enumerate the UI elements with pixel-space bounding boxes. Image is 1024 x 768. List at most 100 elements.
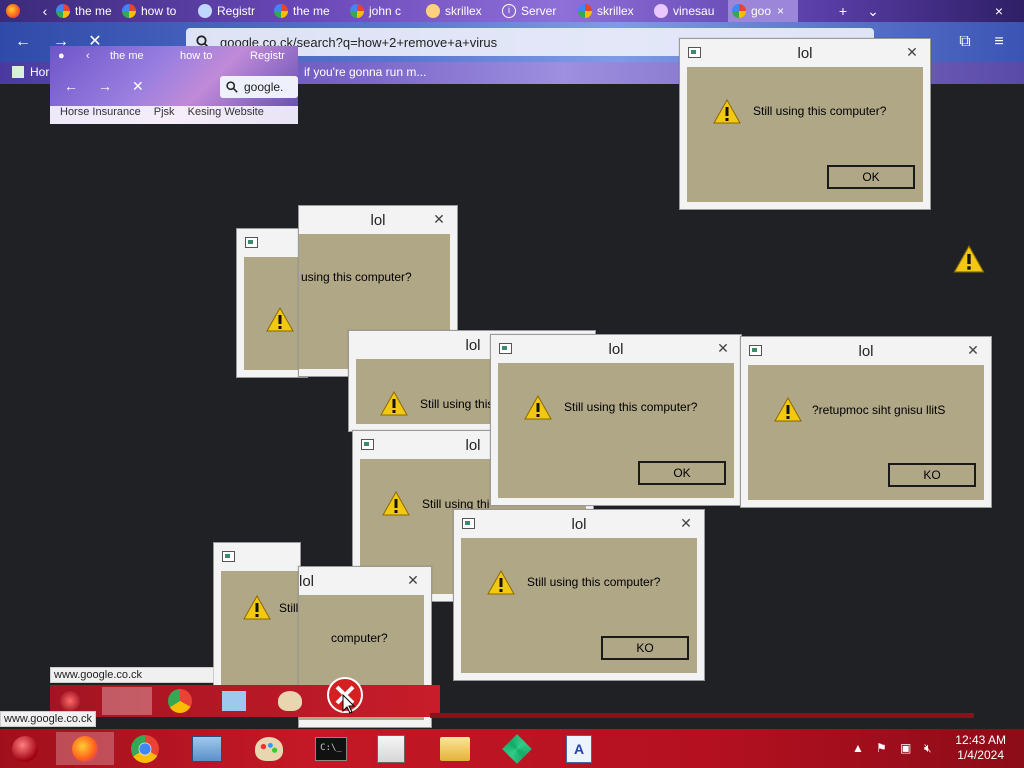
clock-time: 12:43 AM [955, 733, 1006, 747]
tab-6[interactable]: skrillex [426, 0, 488, 22]
close-icon[interactable]: ✕ [902, 44, 922, 60]
dialog-7-back: Still using [213, 542, 330, 694]
tab-4[interactable]: the me [274, 0, 336, 22]
site-icon [426, 4, 440, 18]
control-panel-icon[interactable] [190, 732, 224, 765]
status-url: www.google.co.ck [0, 711, 97, 727]
close-icon[interactable]: ✕ [963, 342, 983, 358]
window-icon [245, 237, 258, 248]
firefox-icon: ● [58, 50, 65, 62]
paint-icon [278, 691, 302, 711]
cmd-icon[interactable]: C:\_ [314, 732, 348, 765]
tab-9[interactable]: vinesau [654, 0, 716, 22]
ok-button[interactable]: OK [638, 461, 726, 485]
mini-taskbar-ghost [50, 685, 440, 717]
bookmark-home[interactable]: Hor [12, 65, 49, 79]
network-icon[interactable]: ▣ [900, 741, 911, 755]
tab-scroll-left-icon[interactable]: ‹ [34, 0, 56, 22]
warning-icon [266, 307, 294, 332]
google-icon [578, 4, 592, 18]
tab-scroll-left-icon: ‹ [86, 50, 90, 62]
firefox-icon [102, 687, 152, 715]
notepad-icon[interactable] [374, 732, 408, 765]
new-tab-icon[interactable]: + [832, 0, 854, 22]
google-icon [122, 4, 136, 18]
close-icon[interactable]: ✕ [403, 572, 423, 588]
tab-7[interactable]: i Server [502, 0, 564, 22]
clock-date: 1/4/2024 [957, 748, 1004, 762]
tab-firefox[interactable] [6, 0, 28, 22]
mini-tab-1: the me [110, 50, 144, 62]
firefox-icon [6, 4, 20, 18]
back-arrow-icon: ← [64, 78, 78, 94]
wordpad-icon[interactable]: A [562, 732, 596, 765]
dialog-title: lol [571, 516, 587, 533]
dialog-message: Still using this computer? [527, 575, 661, 589]
volume-muted-icon[interactable]: 🔇︎ [924, 741, 932, 756]
close-icon[interactable]: ✕ [676, 515, 696, 531]
dialog-message: Still using this computer? [753, 104, 887, 118]
chrome-icon[interactable] [128, 732, 162, 765]
progress-strip [430, 713, 974, 718]
dialog-title: lol [608, 341, 624, 358]
tab-5[interactable]: john c [350, 0, 412, 22]
window-close-icon[interactable]: × [988, 0, 1010, 22]
status-url-ghost: www.google.co.ck [50, 667, 214, 683]
flag-icon[interactable]: ⚑ [876, 741, 887, 755]
firefox-icon[interactable] [56, 732, 114, 765]
cube-icon[interactable] [500, 732, 534, 765]
dialog-title: lol [797, 45, 813, 62]
stop-icon: ✕ [132, 78, 144, 94]
ok-button[interactable]: OK [827, 165, 915, 189]
tab-strip: ‹ the me how to Registr the me john c sk… [0, 0, 1024, 22]
extensions-icon[interactable]: ⧉ [954, 32, 976, 52]
dialog-message: ?retupmoc siht gnisu llitS [812, 403, 946, 417]
mini-browser-ghost: ● ‹ the me how to Registr ← → ✕ google. … [50, 46, 298, 124]
mini-tab-3: Registr [250, 50, 285, 62]
mini-bookmarks: Horse Insurance Pjsk Kesing Website [50, 106, 298, 124]
google-icon [350, 4, 364, 18]
tab-active[interactable]: goo × [728, 0, 798, 22]
close-icon[interactable]: ✕ [713, 340, 733, 356]
virus-icon[interactable] [8, 732, 42, 765]
explorer-icon[interactable] [438, 732, 472, 765]
bookmark-run[interactable]: if you're gonna run m... [304, 65, 426, 79]
google-icon [56, 4, 70, 18]
tab-2[interactable]: how to [122, 0, 184, 22]
search-icon [226, 81, 238, 93]
forward-arrow-icon: → [98, 78, 112, 94]
dialog-6: lol ✕ Still using this computer? KO [453, 509, 705, 681]
google-icon [274, 4, 288, 18]
bookmark-icon [12, 66, 24, 78]
back-arrow-icon[interactable]: ← [12, 32, 34, 52]
clock[interactable]: 12:43 AM 1/4/2024 [955, 733, 1006, 763]
warning-icon [380, 391, 408, 416]
menu-icon[interactable]: ≡ [988, 32, 1010, 52]
taskbar: C:\_ A ▲ ⚑ ▣ 🔇︎ 12:43 AM 1/4/2024 [0, 729, 1024, 768]
close-icon[interactable]: ✕ [429, 211, 449, 227]
window-icon [222, 551, 235, 562]
mouse-cursor-icon [342, 694, 356, 714]
dialog-message: Still using this [420, 397, 494, 411]
tab-3[interactable]: Registr [198, 0, 260, 22]
warning-icon [953, 245, 985, 273]
tab-close-icon[interactable]: × [777, 4, 784, 18]
mini-address-bar: google. [220, 76, 298, 98]
tab-8[interactable]: skrillex [578, 0, 640, 22]
chrome-icon [168, 689, 192, 713]
google-icon [732, 4, 746, 18]
dialog-message: Still using this computer? [564, 400, 698, 414]
ko-button[interactable]: KO [601, 636, 689, 660]
dialog-title: lol [858, 343, 874, 360]
paint-icon[interactable] [252, 732, 286, 765]
warning-icon [524, 395, 552, 420]
info-icon: i [502, 4, 516, 18]
warning-icon [382, 491, 410, 516]
ko-button[interactable]: KO [888, 463, 976, 487]
show-hidden-icons-icon[interactable]: ▲ [852, 741, 864, 755]
dialog-3: lol ✕ Still using this computer? OK [490, 334, 742, 506]
warning-icon [243, 595, 271, 620]
chevron-down-icon[interactable]: ⌄ [862, 0, 884, 22]
dialog-4: lol ✕ ?retupmoc siht gnisu llitS KO [740, 336, 992, 508]
tab-1[interactable]: the me [56, 0, 114, 22]
